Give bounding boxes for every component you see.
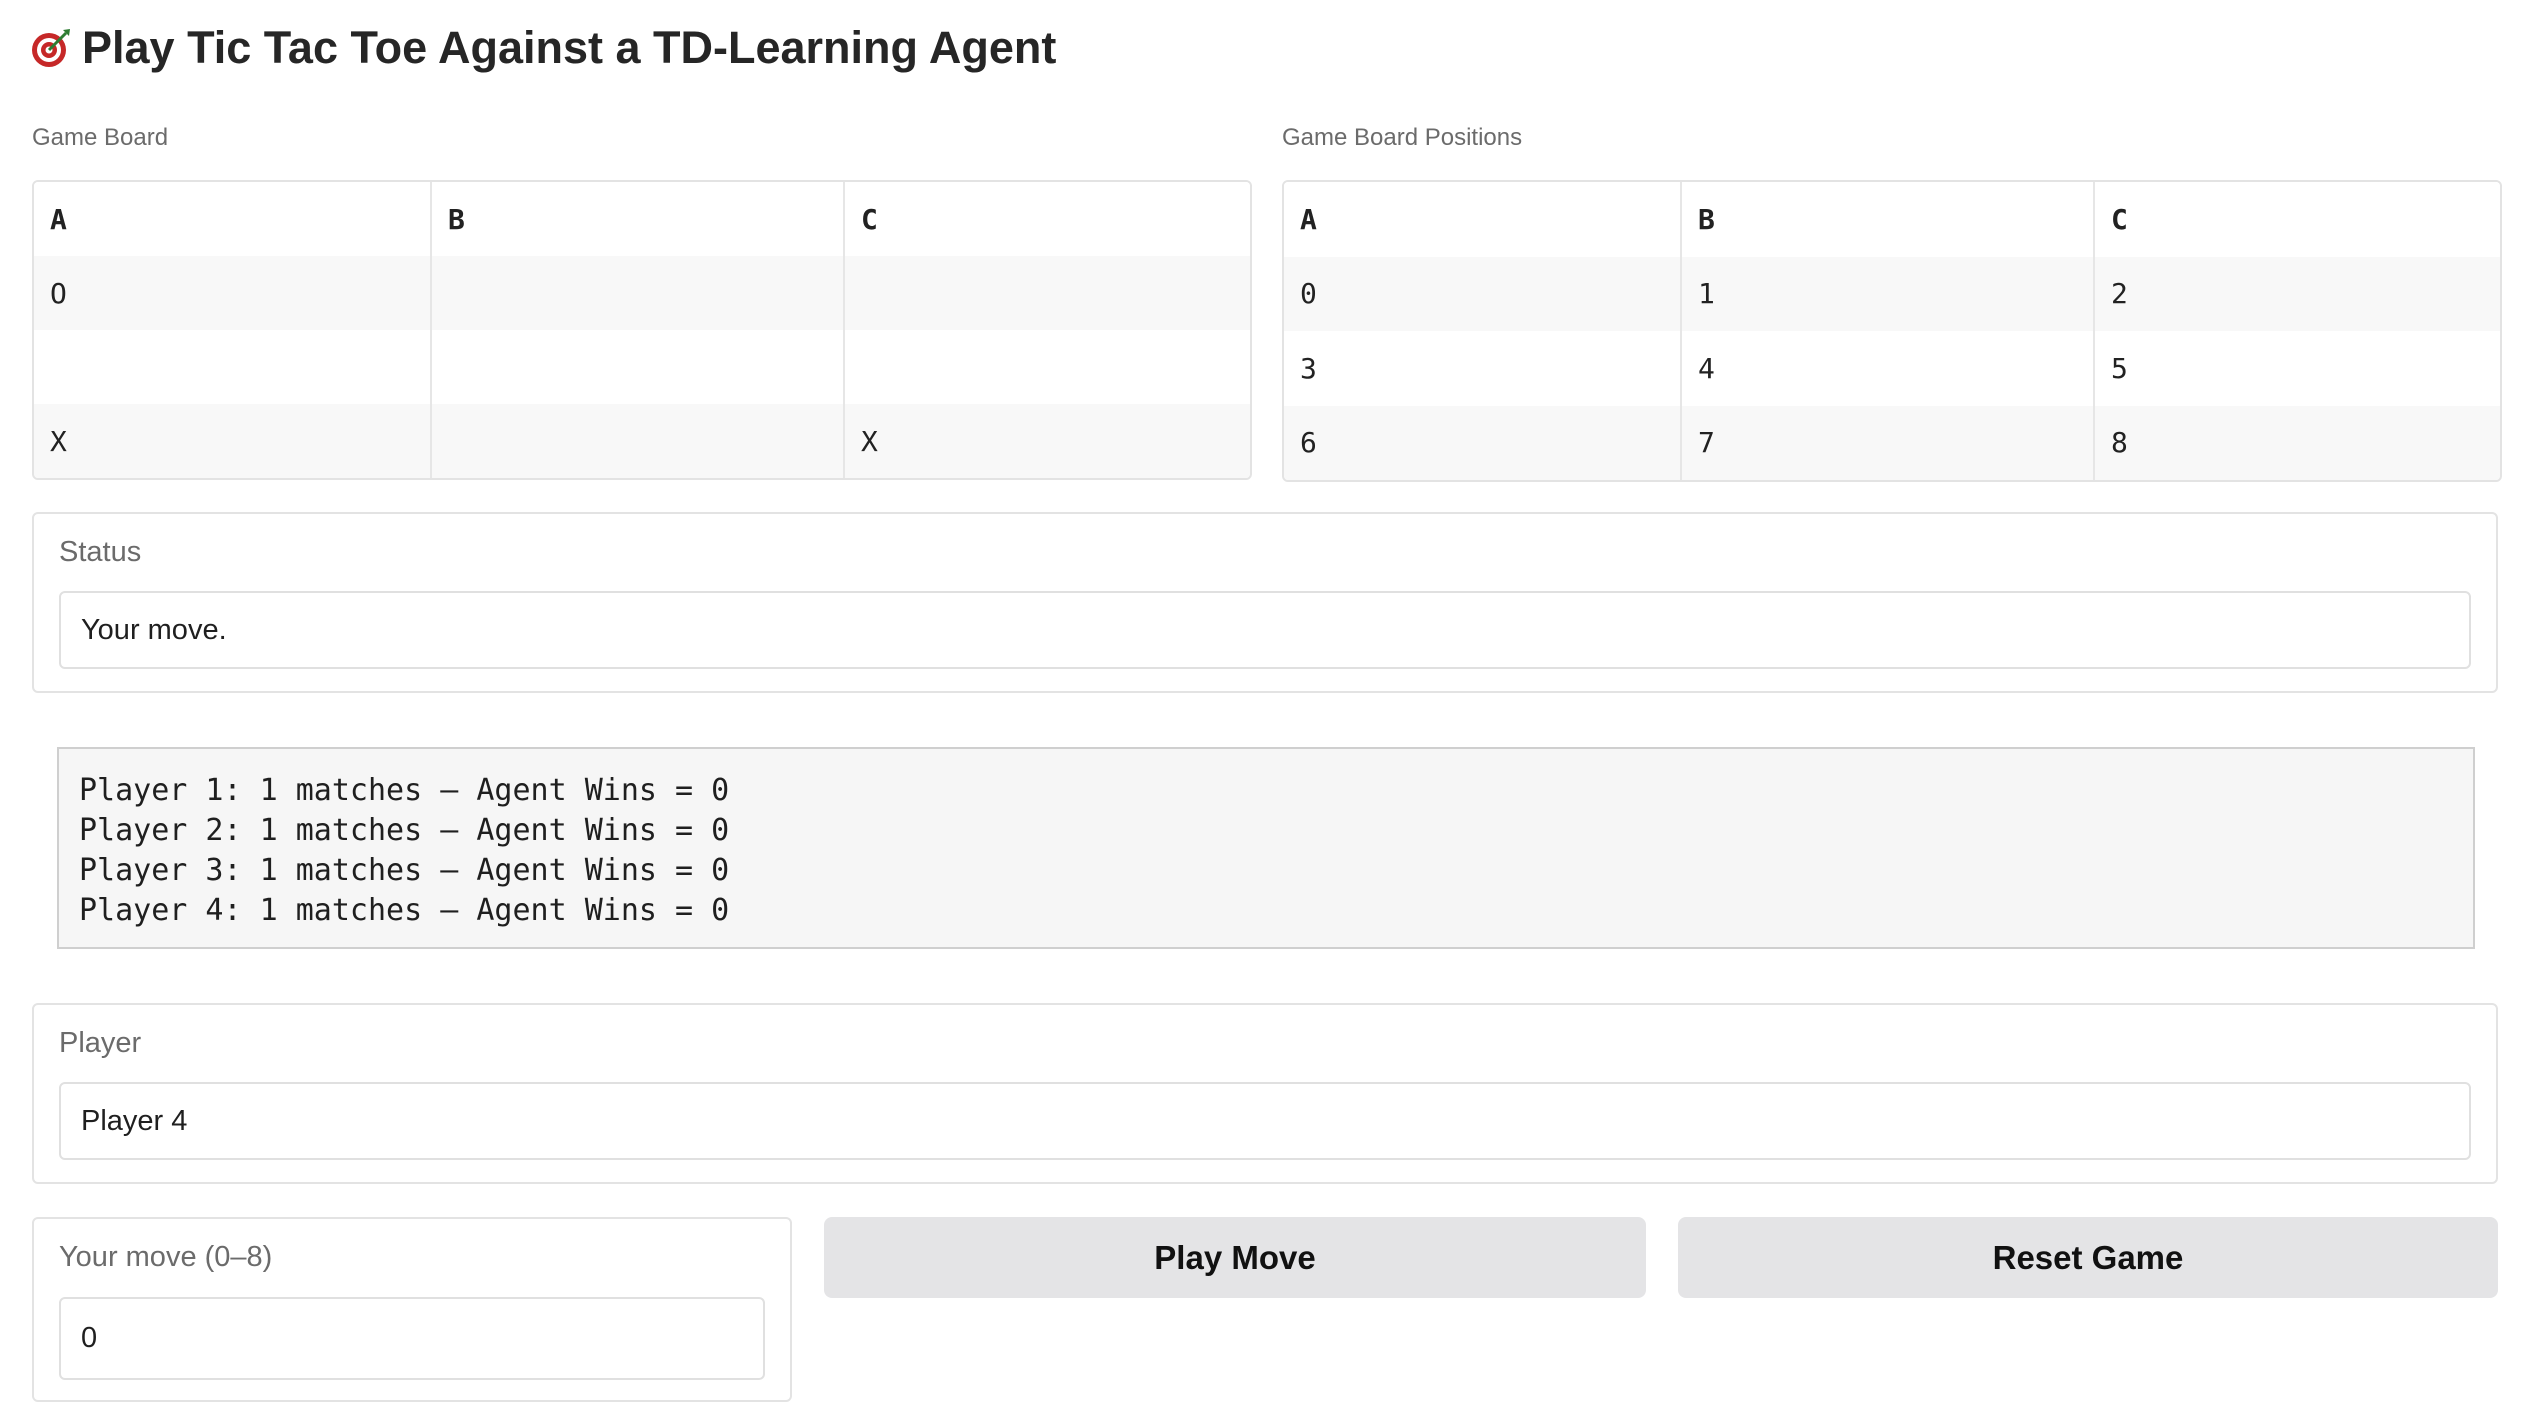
- status-field[interactable]: Your move.: [59, 591, 2471, 669]
- position-cell: 4: [1681, 331, 2095, 406]
- position-cell: 3: [1284, 331, 1682, 406]
- board-cell: [844, 256, 1250, 330]
- position-cell: 6: [1284, 405, 1682, 480]
- positions-col-a: A: [1284, 182, 1682, 257]
- table-row: 3 4 5: [1284, 331, 2500, 406]
- table-row: [34, 330, 1250, 404]
- log-line: Player 3: 1 matches — Agent Wins = 0: [79, 853, 730, 888]
- positions-col-c: C: [2094, 182, 2500, 257]
- log-line: Player 2: 1 matches — Agent Wins = 0: [79, 813, 730, 848]
- play-move-button[interactable]: Play Move: [824, 1217, 1646, 1298]
- player-field[interactable]: Player 4: [59, 1082, 2471, 1160]
- status-panel: Status Your move.: [32, 512, 2498, 693]
- board-cell: O: [34, 256, 432, 330]
- position-cell: 1: [1681, 256, 2095, 331]
- positions-board-label: Game Board Positions: [1282, 124, 1523, 151]
- board-cell: [844, 330, 1250, 404]
- game-board-label: Game Board: [32, 124, 169, 151]
- log-line: Player 4: 1 matches — Agent Wins = 0: [79, 893, 730, 928]
- match-log: Player 1: 1 matches — Agent Wins = 0 Pla…: [57, 747, 2475, 949]
- table-row: O: [34, 256, 1250, 330]
- board-cell: [431, 256, 845, 330]
- game-board-col-a: A: [34, 182, 432, 256]
- position-cell: 8: [2094, 405, 2500, 480]
- position-cell: 0: [1284, 256, 1682, 331]
- move-panel: Your move (0–8) 0: [32, 1217, 792, 1402]
- move-input[interactable]: 0: [59, 1297, 765, 1380]
- board-cell: [431, 404, 845, 478]
- game-board-col-c: C: [844, 182, 1250, 256]
- game-board-col-b: B: [431, 182, 845, 256]
- board-cell: X: [34, 404, 432, 478]
- game-board: A B C O X X: [32, 180, 1252, 480]
- status-label: Status: [59, 536, 142, 568]
- position-cell: 7: [1681, 405, 2095, 480]
- player-panel: Player Player 4: [32, 1003, 2498, 1184]
- table-row: 0 1 2: [1284, 256, 2500, 331]
- player-label: Player: [59, 1027, 142, 1059]
- positions-board: A B C 0 1 2 3 4 5 6 7 8: [1282, 180, 2502, 482]
- board-cell: X: [844, 404, 1250, 478]
- board-cell: [34, 330, 432, 404]
- page-title: Play Tic Tac Toe Against a TD-Learning A…: [30, 22, 1056, 74]
- page-title-text: Play Tic Tac Toe Against a TD-Learning A…: [82, 22, 1057, 73]
- reset-game-button[interactable]: Reset Game: [1678, 1217, 2498, 1298]
- move-label: Your move (0–8): [59, 1241, 273, 1273]
- log-line: Player 1: 1 matches — Agent Wins = 0: [79, 773, 730, 808]
- board-cell: [431, 330, 845, 404]
- table-row: 6 7 8: [1284, 405, 2500, 480]
- dart-target-icon: [32, 29, 70, 67]
- position-cell: 5: [2094, 331, 2500, 406]
- position-cell: 2: [2094, 256, 2500, 331]
- positions-col-b: B: [1681, 182, 2095, 257]
- table-row: X X: [34, 404, 1250, 478]
